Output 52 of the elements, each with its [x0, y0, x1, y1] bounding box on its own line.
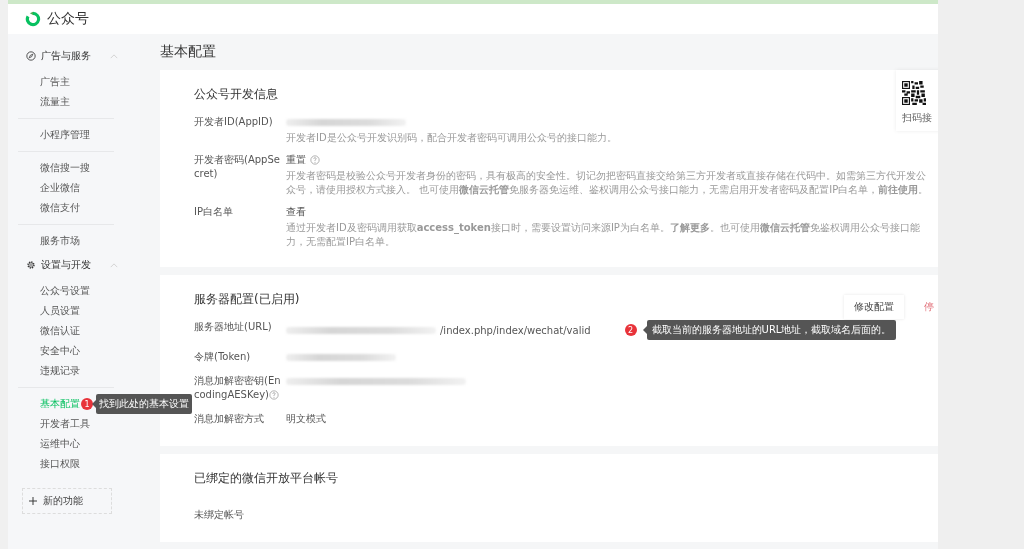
gear-icon — [26, 260, 36, 270]
field-description: 通过开发者ID及密码调用获取access_token接口时，需要设置访问来源IP为白名单。了解更多。也可使用微信云托管免鉴权调用公众号接口能力，无需配置IP白名单。 — [286, 221, 921, 249]
annotation-tooltip: 截取当前的服务器地址的URL地址，截取域名后面的。 — [646, 320, 897, 340]
field-label: 消息加解密密钥(EncodingAESKey) — [194, 374, 282, 402]
sidebar-item[interactable]: 安全中心 — [40, 344, 80, 358]
sidebar-item[interactable]: 运维中心 — [40, 437, 80, 451]
step-badge: 2 — [624, 324, 637, 336]
section-title: 服务器配置(已启用) — [194, 291, 300, 308]
menu-group-title[interactable]: 设置与开发 — [41, 258, 91, 272]
menu-group-title[interactable]: 广告与服务 — [41, 49, 91, 63]
qr-caption: 扫码接 — [902, 111, 933, 125]
field-label: 消息加解密方式 — [194, 412, 265, 426]
action-link[interactable]: 重置 — [286, 153, 306, 167]
sidebar-item[interactable]: 广告主 — [40, 75, 70, 89]
help-icon[interactable] — [268, 390, 279, 400]
sidebar-item[interactable]: 接口权限 — [40, 457, 80, 471]
sidebar-item[interactable]: 开发者工具 — [40, 417, 90, 431]
sidebar-item[interactable]: 微信支付 — [40, 201, 80, 215]
sidebar-item[interactable]: 服务市场 — [40, 234, 80, 248]
help-icon[interactable] — [310, 155, 320, 165]
qr-code-icon — [902, 78, 926, 108]
field-description: 开发者ID是公众号开发识别码，配合开发者密码可调用公众号的接口能力。 — [286, 131, 618, 145]
page-title: 基本配置 — [160, 42, 217, 61]
field-label: 令牌(Token) — [194, 350, 252, 364]
plus-icon — [29, 497, 37, 505]
field-label: IP白名单 — [194, 205, 234, 219]
logo-icon — [24, 10, 42, 28]
sidebar-item[interactable]: 违规记录 — [40, 364, 80, 378]
field-description: 开发者密码是校验公众号开发者身份的密码，具有极高的安全性。切记勿把密码直接交给第三方开发者或直接存储在代码中。如需第三方代开发公众号，请使用授权方式接入。 也可使用微信云托管免服务器免运维、鉴权调用公众号接口能力，无需启用开发者密码及配置IP白名单，前往使用。 — [286, 169, 930, 197]
status-text: 未绑定帐号 — [194, 508, 245, 522]
field-value: 明文模式 — [286, 412, 326, 426]
sidebar-item[interactable]: 流量主 — [40, 95, 70, 109]
field-label: 开发者密码(AppSecret) — [194, 153, 281, 181]
field-label: 开发者ID(AppID) — [194, 115, 274, 129]
sidebar-item[interactable]: 小程序管理 — [40, 128, 90, 142]
app-title: 公众号 — [47, 10, 89, 28]
new-feature-button[interactable]: 新的功能 — [22, 488, 112, 514]
edit-config-button[interactable]: 修改配置 — [844, 295, 904, 319]
sidebar-item[interactable]: 人员设置 — [40, 304, 80, 318]
sidebar-item[interactable]: 微信认证 — [40, 324, 80, 338]
action-link[interactable]: 查看 — [286, 205, 306, 219]
chevron-up-icon[interactable] — [110, 262, 118, 268]
compass-icon — [26, 51, 36, 61]
step-badge: 1 — [81, 398, 93, 410]
section-title: 公众号开发信息 — [194, 86, 278, 103]
sidebar-item[interactable]: 公众号设置 — [40, 284, 90, 298]
field-value: /index.php/index/wechat/valid — [440, 324, 591, 336]
section-title: 已绑定的微信开放平台帐号 — [194, 470, 338, 487]
sidebar-item[interactable]: 企业微信 — [40, 181, 80, 195]
field-label: 服务器地址(URL) — [194, 320, 273, 334]
chevron-up-icon[interactable] — [110, 53, 118, 59]
sidebar-item[interactable]: 微信搜一搜 — [40, 161, 90, 175]
